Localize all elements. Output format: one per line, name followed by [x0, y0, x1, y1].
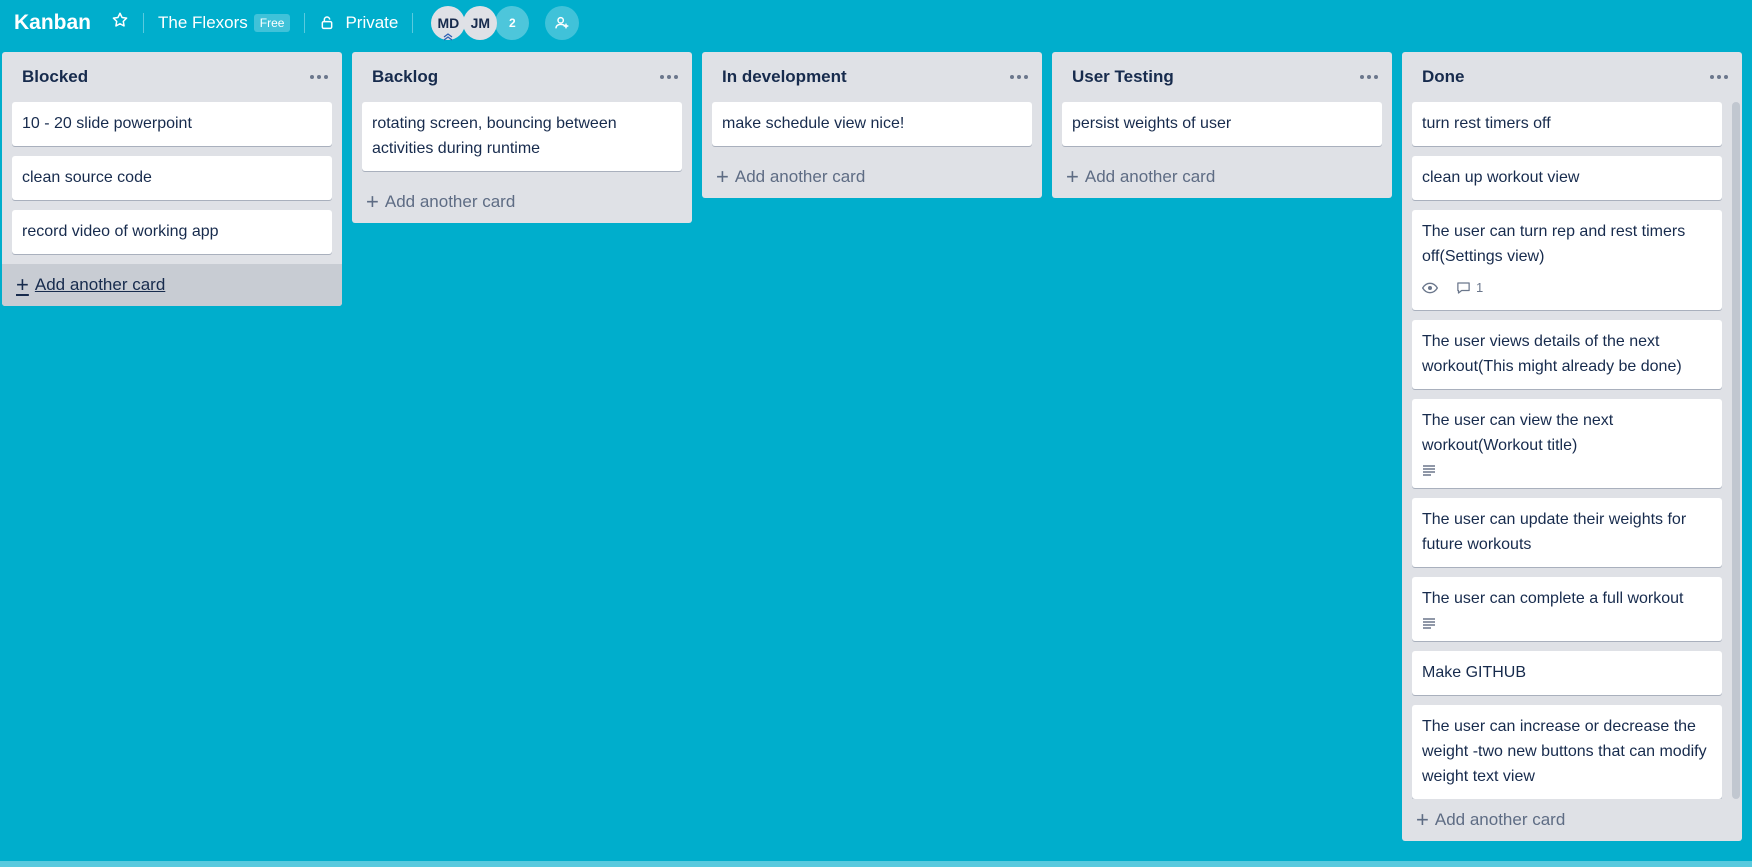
- card[interactable]: make schedule view nice!: [712, 102, 1032, 146]
- list-header: In development: [702, 52, 1042, 102]
- list-header: Blocked: [2, 52, 342, 102]
- card[interactable]: record video of working app: [12, 210, 332, 254]
- avatar[interactable]: JM: [463, 5, 498, 40]
- list-user-testing: User Testing persist weights of user + A…: [1052, 52, 1392, 198]
- card[interactable]: turn rest timers off: [1412, 102, 1722, 146]
- list-menu-icon[interactable]: [310, 69, 328, 85]
- list-menu-icon[interactable]: [1010, 69, 1028, 85]
- board-horizontal-scrollbar[interactable]: [0, 861, 1752, 867]
- card[interactable]: rotating screen, bouncing between activi…: [362, 102, 682, 171]
- star-icon: [111, 11, 129, 34]
- card[interactable]: 10 - 20 slide powerpoint: [12, 102, 332, 146]
- plus-icon: +: [716, 164, 729, 189]
- add-member-icon: [554, 15, 570, 31]
- add-card-button[interactable]: + Add another card: [2, 264, 342, 306]
- list-menu-icon[interactable]: [660, 69, 678, 85]
- card-badges: 1: [1422, 269, 1712, 300]
- list-title[interactable]: Done: [1422, 67, 1465, 87]
- visibility-label: Private: [345, 12, 399, 32]
- board-header: Kanban The Flexors Free Private MD JM 2: [0, 0, 1752, 45]
- description-icon: [1422, 464, 1436, 478]
- card[interactable]: persist weights of user: [1062, 102, 1382, 146]
- card[interactable]: The user can increase or decrease the we…: [1412, 705, 1722, 799]
- list-title[interactable]: In development: [722, 67, 847, 87]
- list-title[interactable]: Backlog: [372, 67, 438, 87]
- board-title[interactable]: Kanban: [14, 11, 91, 35]
- team-button[interactable]: The Flexors Free: [152, 7, 296, 39]
- card[interactable]: Make GITHUB: [1412, 651, 1722, 695]
- card[interactable]: The user can turn rep and rest timers of…: [1412, 210, 1722, 310]
- card[interactable]: clean up workout view: [1412, 156, 1722, 200]
- card-list: 10 - 20 slide powerpoint clean source co…: [2, 102, 342, 254]
- comment-badge: 1: [1456, 275, 1483, 300]
- list-backlog: Backlog rotating screen, bouncing betwee…: [352, 52, 692, 223]
- lock-icon: [319, 15, 335, 31]
- team-name: The Flexors: [158, 12, 248, 32]
- list-scrollbar[interactable]: [1732, 102, 1740, 799]
- list-header: Done: [1402, 52, 1742, 102]
- card[interactable]: The user can view the next workout(Worko…: [1412, 399, 1722, 488]
- card-list: rotating screen, bouncing between activi…: [352, 102, 692, 171]
- comment-icon: [1456, 281, 1471, 295]
- list-header: User Testing: [1052, 52, 1392, 102]
- add-card-button[interactable]: + Add another card: [352, 181, 692, 223]
- card-badges: [1422, 458, 1712, 478]
- card-list: persist weights of user: [1052, 102, 1392, 146]
- card-list: make schedule view nice!: [702, 102, 1042, 146]
- admin-chevron-icon: [443, 28, 453, 44]
- card[interactable]: The user can update their weights for fu…: [1412, 498, 1722, 567]
- description-icon: [1422, 617, 1436, 631]
- eye-icon: [1422, 282, 1438, 294]
- card-list-scroll: turn rest timers off clean up workout vi…: [1402, 102, 1742, 799]
- list-blocked: Blocked 10 - 20 slide powerpoint clean s…: [2, 52, 342, 306]
- add-card-button[interactable]: + Add another card: [1402, 799, 1742, 841]
- member-avatars: MD JM 2: [431, 5, 530, 41]
- list-menu-icon[interactable]: [1360, 69, 1378, 85]
- card[interactable]: clean source code: [12, 156, 332, 200]
- list-in-development: In development make schedule view nice! …: [702, 52, 1042, 198]
- avatar[interactable]: MD: [431, 5, 466, 41]
- card-list: turn rest timers off clean up workout vi…: [1402, 102, 1742, 799]
- plus-icon: +: [1066, 164, 1079, 189]
- card-badges: [1422, 611, 1712, 631]
- more-members-count[interactable]: 2: [495, 5, 530, 40]
- card[interactable]: The user views details of the next worko…: [1412, 320, 1722, 389]
- plus-icon: +: [16, 272, 29, 297]
- header-divider: [143, 12, 145, 33]
- add-card-button[interactable]: + Add another card: [702, 156, 1042, 198]
- list-header: Backlog: [352, 52, 692, 102]
- list-done: Done turn rest timers off clean up worko…: [1402, 52, 1742, 841]
- list-menu-icon[interactable]: [1710, 69, 1728, 85]
- list-scrollbar-thumb[interactable]: [1732, 102, 1740, 799]
- header-divider: [412, 12, 414, 33]
- plus-icon: +: [366, 189, 379, 214]
- team-plan-badge: Free: [253, 13, 291, 32]
- visibility-button[interactable]: Private: [313, 7, 404, 39]
- list-title[interactable]: User Testing: [1072, 67, 1174, 87]
- header-divider: [304, 12, 306, 33]
- list-title[interactable]: Blocked: [22, 67, 88, 87]
- invite-member-button[interactable]: [545, 5, 580, 40]
- card[interactable]: The user can complete a full workout: [1412, 577, 1722, 641]
- add-card-button[interactable]: + Add another card: [1052, 156, 1392, 198]
- star-button[interactable]: [105, 7, 135, 39]
- plus-icon: +: [1416, 807, 1429, 832]
